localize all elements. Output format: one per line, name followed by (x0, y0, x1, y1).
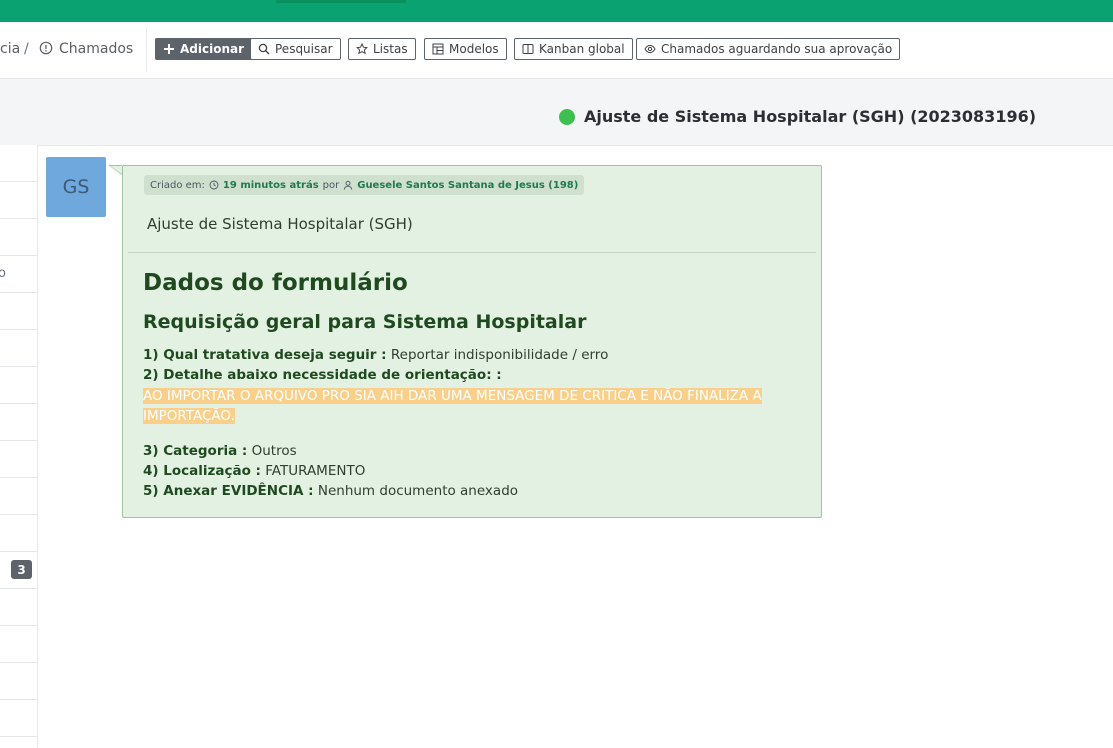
top-bar (0, 0, 1113, 22)
form-field: 5) Anexar EVIDÊNCIA : Nenhum documento a… (143, 483, 518, 499)
models-button-label: Modelos (449, 42, 499, 56)
field-label: 1) Qual tratativa deseja seguir : (143, 347, 387, 363)
field-label: 3) Categoria : (143, 443, 248, 459)
navigation-row: cia / Chamados Adicionar Pesquisar Lista… (0, 22, 1113, 79)
field-label: 4) Localização : (143, 463, 261, 479)
breadcrumb-separator: / (24, 41, 29, 57)
breadcrumb-current[interactable]: Chamados (59, 41, 133, 57)
created-time[interactable]: 19 minutos atrás (223, 180, 319, 191)
top-bar-active-segment (276, 0, 406, 3)
card-divider (128, 252, 816, 253)
clock-icon (209, 180, 219, 190)
pending-approval-button-label: Chamados aguardando sua aprovação (661, 42, 893, 56)
panel-divider (0, 218, 37, 219)
created-by-label: por (322, 179, 340, 191)
user-icon (343, 180, 353, 190)
panel-divider (0, 366, 37, 367)
star-icon (356, 43, 368, 55)
panel-divider (0, 551, 37, 552)
search-icon (258, 43, 270, 55)
plus-icon (164, 44, 174, 54)
field-value: FATURAMENTO (265, 463, 366, 479)
breadcrumb-previous[interactable]: cia (0, 41, 20, 57)
add-button-label: Adicionar (180, 42, 245, 56)
eye-icon (644, 44, 656, 54)
alert-circle-icon (39, 41, 53, 55)
panel-divider (0, 477, 37, 478)
author-link[interactable]: Guesele Santos Santana de Jesus (198) (357, 180, 578, 191)
panel-divider (0, 514, 37, 515)
form-field: 1) Qual tratativa deseja seguir : Report… (143, 347, 608, 363)
form-field: 2) Detalhe abaixo necessidade de orienta… (143, 367, 502, 383)
field-label: 5) Anexar EVIDÊNCIA : (143, 483, 314, 499)
search-button[interactable]: Pesquisar (250, 38, 341, 60)
kanban-button-label: Kanban global (539, 42, 625, 56)
field-value: Reportar indisponibilidade / erro (390, 347, 609, 363)
panel-divider (0, 440, 37, 441)
kanban-icon (522, 44, 534, 54)
form-field: 3) Categoria : Outros (143, 443, 297, 459)
ticket-title: Ajuste de Sistema Hospitalar (SGH) (2023… (584, 107, 1037, 126)
models-button[interactable]: Modelos (424, 38, 507, 60)
status-icon (559, 109, 575, 125)
lists-button[interactable]: Listas (348, 38, 416, 60)
panel-divider (0, 292, 37, 293)
panel-divider (0, 662, 37, 663)
created-label: Criado em: (150, 179, 205, 191)
created-meta: Criado em: 19 minutos atrás por Guesele … (144, 175, 585, 195)
highlighted-description: AO IMPORTAR O ARQUIVO PRO SIA AIH DAR UM… (143, 386, 769, 426)
panel-divider (0, 625, 37, 626)
lists-button-label: Listas (373, 42, 408, 56)
highlighted-text: AO IMPORTAR O ARQUIVO PRO SIA AIH DAR UM… (143, 388, 762, 424)
panel-divider (0, 588, 37, 589)
kanban-button[interactable]: Kanban global (514, 38, 633, 60)
search-button-label: Pesquisar (275, 42, 333, 56)
panel-item-label-partial[interactable]: o (0, 266, 6, 281)
form-subheading: Requisição geral para Sistema Hospitalar (143, 311, 587, 333)
field-label: 2) Detalhe abaixo necessidade de orienta… (143, 367, 502, 383)
followup-title: Ajuste de Sistema Hospitalar (SGH) (147, 215, 413, 233)
panel-divider (0, 699, 37, 700)
template-icon (432, 43, 444, 55)
followup-card: Criado em: 19 minutos atrás por Guesele … (122, 165, 822, 518)
pending-approval-button[interactable]: Chamados aguardando sua aprovação (636, 38, 901, 60)
form-heading: Dados do formulário (143, 270, 408, 296)
add-button[interactable]: Adicionar (155, 38, 253, 60)
panel-divider (0, 255, 37, 256)
ticket-header: Ajuste de Sistema Hospitalar (SGH) (2023… (0, 79, 1113, 146)
avatar: GS (46, 157, 106, 217)
panel-divider (0, 403, 37, 404)
panel-divider (0, 736, 37, 737)
count-badge: 3 (11, 560, 32, 579)
field-value: Nenhum documento anexado (317, 483, 519, 499)
panel-divider (0, 181, 37, 182)
left-timeline-panel (0, 145, 38, 748)
field-value: Outros (251, 443, 297, 459)
toolbar-divider (146, 28, 147, 72)
form-field: 4) Localização : FATURAMENTO (143, 463, 365, 479)
panel-divider (0, 329, 37, 330)
card-notch-fill (110, 166, 122, 174)
